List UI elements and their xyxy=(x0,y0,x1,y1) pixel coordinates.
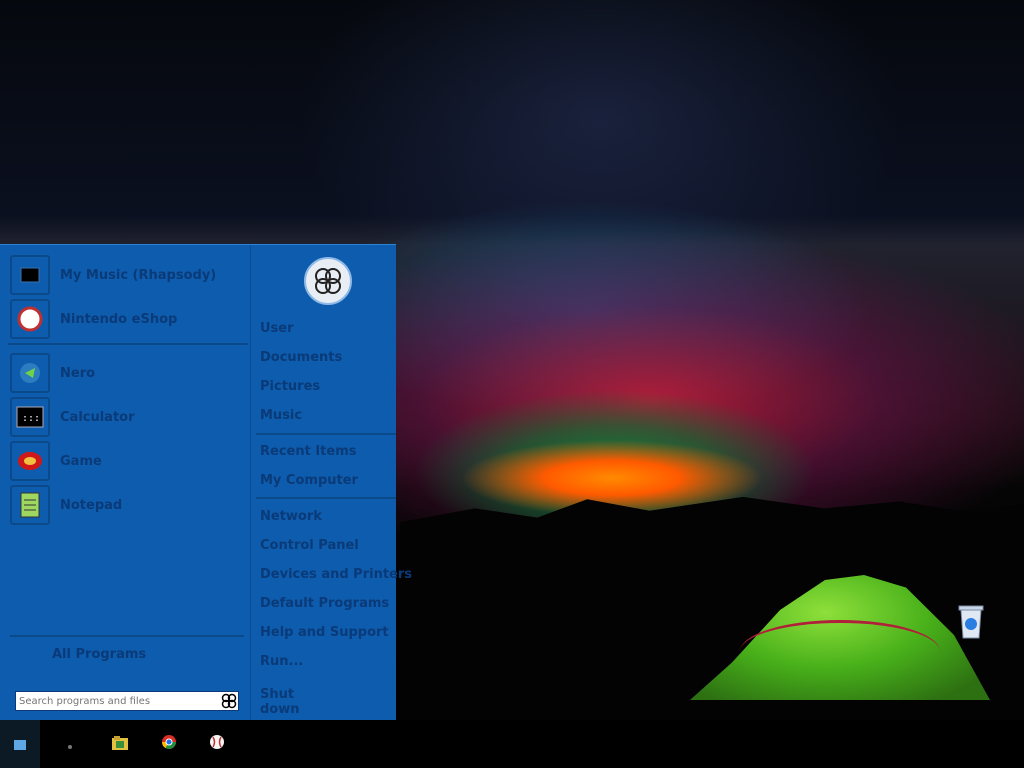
calculator-icon: ::: xyxy=(10,397,50,437)
shutdown-button[interactable]: Shut down xyxy=(260,687,334,717)
search-box[interactable] xyxy=(15,691,239,711)
place-run[interactable]: Run... xyxy=(260,654,303,669)
game-icon xyxy=(10,441,50,481)
place-my-computer[interactable]: My Computer xyxy=(260,473,358,488)
place-control-panel[interactable]: Control Panel xyxy=(260,538,359,553)
taskbar-baseball-app[interactable] xyxy=(205,732,229,756)
pinned-item-notepad[interactable]: Notepad xyxy=(8,483,248,527)
place-user[interactable]: User xyxy=(260,321,294,336)
all-programs-separator xyxy=(10,635,244,637)
start-button[interactable] xyxy=(0,720,40,768)
pinned-item-eshop[interactable]: Nintendo eShop xyxy=(8,297,248,341)
pin-icon xyxy=(67,735,73,754)
baseball-icon xyxy=(209,734,225,754)
multimedia-icon xyxy=(10,353,50,393)
place-pictures[interactable]: Pictures xyxy=(260,379,320,394)
place-music[interactable]: Music xyxy=(260,408,302,423)
places-separator-1 xyxy=(256,433,396,435)
taskbar-pin[interactable] xyxy=(58,732,82,756)
places-column: User Documents Pictures Music Recent Ite… xyxy=(256,245,412,721)
start-menu: My Music (Rhapsody) Nintendo eShop Nero … xyxy=(0,244,412,721)
place-documents[interactable]: Documents xyxy=(260,350,342,365)
recycle-bin-icon[interactable] xyxy=(956,602,986,640)
chrome-icon xyxy=(161,734,177,754)
start-icon xyxy=(14,735,26,754)
search-icon[interactable] xyxy=(220,693,238,709)
tent-stripe xyxy=(740,620,940,683)
pinned-item-game[interactable]: Game xyxy=(8,439,248,483)
taskbar-file-explorer[interactable] xyxy=(108,732,132,756)
file-explorer-icon xyxy=(112,735,128,754)
place-recent-items[interactable]: Recent Items xyxy=(260,444,357,459)
pinned-item-calculator[interactable]: ::: Calculator xyxy=(8,395,248,439)
place-default-programs[interactable]: Default Programs xyxy=(260,596,389,611)
pinned-programs: My Music (Rhapsody) Nintendo eShop Nero … xyxy=(8,253,248,527)
search-input[interactable] xyxy=(16,695,220,707)
places-separator-2 xyxy=(256,497,396,499)
pinned-item-nero[interactable]: Nero xyxy=(8,351,248,395)
notepad-icon xyxy=(10,485,50,525)
place-devices-printers[interactable]: Devices and Printers xyxy=(260,567,412,582)
place-network[interactable]: Network xyxy=(260,509,322,524)
media-player-icon xyxy=(10,255,50,295)
pinned-item-music[interactable]: My Music (Rhapsody) xyxy=(8,253,248,297)
baseball-icon xyxy=(10,299,50,339)
column-divider xyxy=(250,245,251,721)
svg-text::::: ::: xyxy=(22,413,40,424)
taskbar-chrome[interactable] xyxy=(157,732,181,756)
all-programs-button[interactable]: All Programs xyxy=(52,647,146,662)
taskbar xyxy=(0,720,1024,768)
place-help-support[interactable]: Help and Support xyxy=(260,625,389,640)
user-picture[interactable] xyxy=(304,257,352,305)
pinned-separator xyxy=(8,343,248,345)
